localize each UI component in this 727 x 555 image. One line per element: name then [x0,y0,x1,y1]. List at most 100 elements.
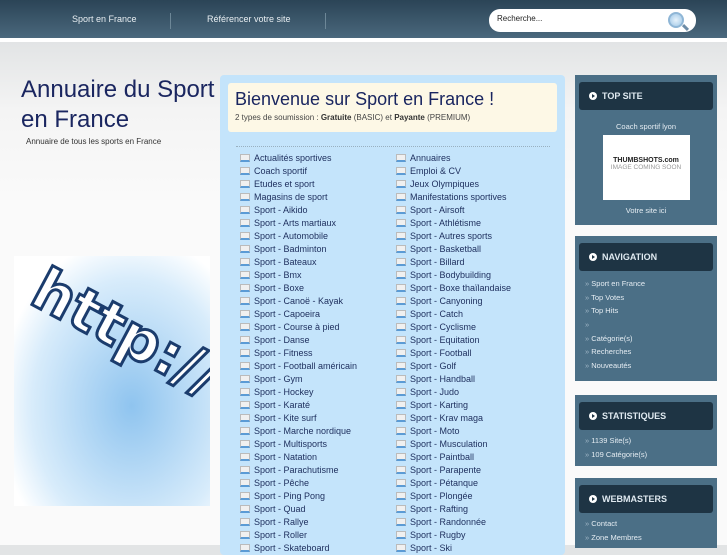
category-link[interactable]: Sport - Judo [396,385,511,398]
link-label: Recherches [591,347,632,357]
category-link[interactable]: Sport - Football [396,346,511,359]
link-label: Sport - Quad [254,503,306,514]
category-link[interactable]: Sport - Rafting [396,502,511,515]
category-link[interactable]: Sport - Bodybuilding [396,268,511,281]
category-link[interactable]: Magasins de sport [240,190,357,203]
category-link[interactable]: Sport - Hockey [240,385,357,398]
sidebar-link[interactable]: Catégorie(s) [575,332,717,346]
site-title[interactable]: Annuaire du Sport en France [21,75,221,135]
folder-icon [240,361,250,370]
sidebar-link[interactable]: 109 Catégorie(s) [575,448,717,462]
category-link[interactable]: Sport - Paintball [396,450,511,463]
sidebar-link[interactable] [575,318,717,332]
link-label: Sport en France [591,279,646,288]
category-link[interactable]: Sport - Fitness [240,346,357,359]
category-link[interactable]: Sport - Basketball [396,242,511,255]
category-link[interactable]: Sport - Parachutisme [240,463,357,476]
your-site-link[interactable]: Votre site ici [575,206,717,215]
folder-icon [396,478,406,487]
category-link[interactable]: Sport - Plongée [396,489,511,502]
category-link[interactable]: Sport - Rallye [240,515,357,528]
category-link[interactable]: Sport - Canoë - Kayak [240,294,357,307]
category-link[interactable]: Sport - Randonnée [396,515,511,528]
folder-icon [240,387,250,396]
category-link[interactable]: Etudes et sport [240,177,357,190]
nav-sport-en-france[interactable]: Sport en France [72,14,137,24]
link-label: Sport - Ski [410,542,453,553]
link-label: Sport - Automobile [254,230,329,241]
category-link[interactable]: Actualités sportives [240,151,357,164]
sidebar-link[interactable]: Contact [575,517,717,531]
category-link[interactable]: Sport - Ski [396,541,511,554]
category-link[interactable]: Coach sportif [240,164,357,177]
category-link[interactable]: Sport - Arts martiaux [240,216,357,229]
category-link[interactable]: Sport - Rugby [396,528,511,541]
category-link[interactable]: Sport - Karaté [240,398,357,411]
box-title: NAVIGATION [602,252,658,262]
category-link[interactable]: Sport - Billard [396,255,511,268]
category-link[interactable]: Sport - Parapente [396,463,511,476]
category-link[interactable]: Sport - Musculation [396,437,511,450]
link-label: Catégorie(s) [591,333,633,343]
category-link[interactable]: Sport - Multisports [240,437,357,450]
category-link[interactable]: Sport - Airsoft [396,203,511,216]
link-label: Sport - Rugby [410,529,466,540]
category-link[interactable]: Sport - Quad [240,502,357,515]
search-icon[interactable] [668,12,684,28]
sidebar-link[interactable]: Top Votes [575,291,717,305]
category-link[interactable]: Annuaires [396,151,511,164]
category-link[interactable]: Sport - Moto [396,424,511,437]
search-input[interactable]: Recherche... [489,9,696,32]
category-link[interactable]: Sport - Autres sports [396,229,511,242]
category-link[interactable]: Sport - Badminton [240,242,357,255]
sidebar-link[interactable]: Nouveautés [575,359,717,373]
category-link[interactable]: Sport - Bmx [240,268,357,281]
category-link[interactable]: Sport - Krav maga [396,411,511,424]
category-link[interactable]: Sport - Natation [240,450,357,463]
category-link[interactable]: Sport - Skateboard [240,541,357,554]
category-link[interactable]: Sport - Athlétisme [396,216,511,229]
category-link[interactable]: Sport - Gym [240,372,357,385]
sidebar-link[interactable]: Recherches [575,345,717,359]
category-link[interactable]: Sport - Kite surf [240,411,357,424]
bullet-icon [589,412,597,420]
site-thumbnail[interactable]: THUMBSHOTS.com IMAGE COMING SOON [602,135,690,200]
sidebar-link[interactable]: Top Hits [575,304,717,318]
category-link[interactable]: Sport - Course à pied [240,320,357,333]
top-site-name[interactable]: Coach sportif lyon [575,122,717,131]
category-link[interactable]: Sport - Capoeira [240,307,357,320]
category-link[interactable]: Sport - Handball [396,372,511,385]
link-label: Top Votes [591,292,625,302]
category-link[interactable]: Sport - Canyoning [396,294,511,307]
category-link[interactable]: Sport - Cyclisme [396,320,511,333]
link-label: Jeux Olympiques [410,178,480,189]
category-link[interactable]: Sport - Danse [240,333,357,346]
category-link[interactable]: Sport - Catch [396,307,511,320]
folder-icon [396,361,406,370]
category-link[interactable]: Sport - Football américain [240,359,357,372]
category-link[interactable]: Sport - Equitation [396,333,511,346]
category-link[interactable]: Sport - Bateaux [240,255,357,268]
link-label: Sport - Golf [410,360,457,371]
category-link[interactable]: Sport - Roller [240,528,357,541]
category-link[interactable]: Sport - Pétanque [396,476,511,489]
category-link[interactable]: Sport - Pêche [240,476,357,489]
sidebar-link[interactable]: 1139 Site(s) [575,434,717,448]
category-link[interactable]: Sport - Automobile [240,229,357,242]
category-link[interactable]: Sport - Marche nordique [240,424,357,437]
category-link[interactable]: Sport - Boxe thaïlandaise [396,281,511,294]
folder-icon [396,504,406,513]
folder-icon [396,530,406,539]
category-link[interactable]: Sport - Boxe [240,281,357,294]
category-link[interactable]: Sport - Karting [396,398,511,411]
category-link[interactable]: Emploi & CV [396,164,511,177]
sidebar-link[interactable]: Zone Membres [575,531,717,545]
category-link[interactable]: Manifestations sportives [396,190,511,203]
nav-referencer[interactable]: Référencer votre site [207,14,291,24]
category-link[interactable]: Sport - Golf [396,359,511,372]
category-link[interactable]: Sport - Aikido [240,203,357,216]
folder-icon [240,465,250,474]
category-link[interactable]: Jeux Olympiques [396,177,511,190]
category-link[interactable]: Sport - Ping Pong [240,489,357,502]
sidebar-link[interactable]: Sport en France [575,277,717,291]
